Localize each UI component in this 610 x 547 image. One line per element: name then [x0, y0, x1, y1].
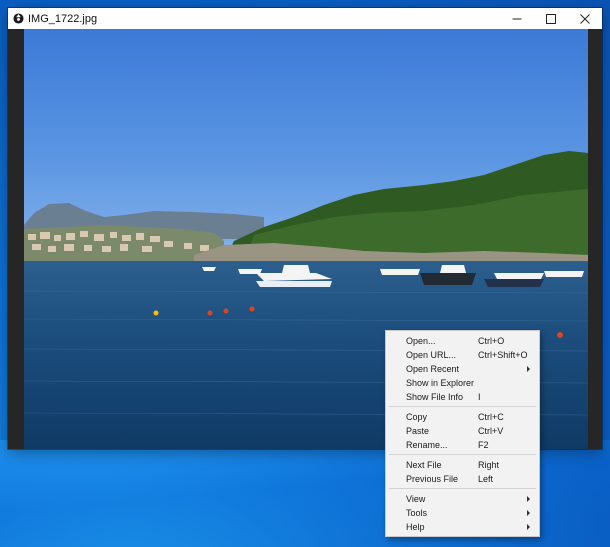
menu-item-shortcut: I	[478, 392, 481, 402]
menu-item-label: Tools	[406, 508, 428, 518]
menu-item-label: Paste	[406, 426, 430, 436]
menu-item-shortcut: Ctrl+O	[478, 336, 505, 346]
menu-item-tools[interactable]: Tools	[386, 506, 539, 520]
menu-item-help[interactable]: Help	[386, 520, 539, 534]
menu-item-previous-file[interactable]: Previous File Left	[386, 472, 539, 486]
menu-separator	[389, 406, 536, 407]
menu-item-show-in-explorer[interactable]: Show in Explorer	[386, 376, 539, 390]
menu-item-label: Next File	[406, 460, 442, 470]
title-bar[interactable]: IMG_1722.jpg	[8, 8, 602, 29]
menu-item-shortcut: Right	[478, 460, 500, 470]
maximize-button[interactable]	[534, 8, 568, 29]
menu-item-shortcut: Ctrl+V	[478, 426, 504, 436]
menu-separator	[389, 488, 536, 489]
camera-lens-icon	[13, 13, 24, 24]
maximize-icon	[546, 13, 556, 24]
submenu-arrow-icon	[527, 366, 530, 372]
menu-item-shortcut: Left	[478, 474, 494, 484]
menu-item-label: Open Recent	[406, 364, 460, 374]
menu-item-open-recent[interactable]: Open Recent	[386, 362, 539, 376]
menu-item-copy[interactable]: Copy Ctrl+C	[386, 410, 539, 424]
menu-item-open-url[interactable]: Open URL... Ctrl+Shift+O	[386, 348, 539, 362]
menu-item-show-file-info[interactable]: Show File Info I	[386, 390, 539, 404]
submenu-arrow-icon	[527, 496, 530, 502]
context-menu: Open... Ctrl+O Open URL... Ctrl+Shift+O Open…	[385, 330, 540, 537]
menu-item-shortcut: Ctrl+Shift+O	[478, 350, 528, 360]
menu-item-view[interactable]: View	[386, 492, 539, 506]
menu-item-label: Show in Explorer	[406, 378, 475, 388]
menu-item-label: Show File Info	[406, 392, 464, 402]
menu-item-label: Help	[406, 522, 425, 532]
menu-item-label: Open URL...	[406, 350, 457, 360]
minimize-icon	[512, 18, 522, 19]
menu-item-label: Open...	[406, 336, 436, 346]
menu-item-label: Copy	[406, 412, 428, 422]
menu-item-shortcut: Ctrl+C	[478, 412, 504, 422]
menu-item-open[interactable]: Open... Ctrl+O	[386, 334, 539, 348]
menu-item-next-file[interactable]: Next File Right	[386, 458, 539, 472]
menu-item-label: View	[406, 494, 426, 504]
menu-item-rename[interactable]: Rename... F2	[386, 438, 539, 452]
close-button[interactable]	[568, 8, 602, 29]
minimize-button[interactable]	[500, 8, 534, 29]
window-title: IMG_1722.jpg	[28, 12, 98, 25]
menu-item-paste[interactable]: Paste Ctrl+V	[386, 424, 539, 438]
menu-item-shortcut: F2	[478, 440, 489, 450]
menu-item-label: Previous File	[406, 474, 459, 484]
submenu-arrow-icon	[527, 510, 530, 516]
menu-separator	[389, 454, 536, 455]
menu-item-label: Rename...	[406, 440, 448, 450]
close-icon	[580, 13, 590, 24]
submenu-arrow-icon	[527, 524, 530, 530]
